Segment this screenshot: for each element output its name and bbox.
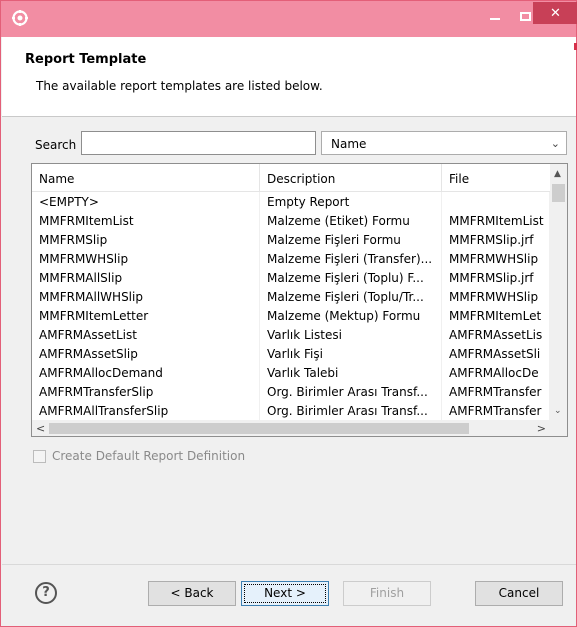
table-row[interactable]: MMFRMAllWHSlip Malzeme Fişleri (Toplu/Tr… (32, 287, 550, 308)
table-row[interactable]: MMFRMItemList Malzeme (Etiket) Formu MMF… (32, 211, 550, 232)
column-header-description[interactable]: Description (260, 164, 442, 192)
table-row[interactable]: AMFRMAllocDemand Varlık Talebi AMFRMAllo… (32, 363, 550, 384)
cell-file: AMFRMTransfer (442, 401, 550, 422)
footer-divider (2, 564, 576, 565)
finish-button[interactable]: Finish (343, 581, 431, 606)
cell-description: Malzeme (Etiket) Formu (260, 211, 442, 232)
cell-name: MMFRMSlip (32, 230, 260, 251)
scroll-down-icon[interactable]: ⌄ (554, 406, 562, 416)
cell-name: AMFRMAllocDemand (32, 363, 260, 384)
cell-file: MMFRMItemLet (442, 306, 550, 327)
cell-file: AMFRMTransfer (442, 382, 550, 403)
cell-description: Malzeme Fişleri (Transfer)... (260, 249, 442, 270)
chevron-down-icon: ⌄ (550, 137, 560, 150)
search-label: Search (35, 138, 77, 152)
cell-description: Varlık Listesi (260, 325, 442, 346)
page-description: The available report templates are liste… (36, 79, 323, 93)
search-input[interactable] (81, 131, 316, 155)
table-row[interactable]: AMFRMAllTransferSlip Org. Birimler Arası… (32, 401, 550, 422)
table-row[interactable]: MMFRMAllSlip Malzeme Fişleri (Toplu) F..… (32, 268, 550, 289)
column-header-name[interactable]: Name (32, 164, 260, 192)
cell-name: MMFRMItemLetter (32, 306, 260, 327)
cell-name: AMFRMAllTransferSlip (32, 401, 260, 422)
cancel-button[interactable]: Cancel (475, 581, 563, 606)
cell-name: MMFRMAllWHSlip (32, 287, 260, 308)
table-row[interactable]: MMFRMWHSlip Malzeme Fişleri (Transfer)..… (32, 249, 550, 270)
cell-description: Malzeme Fişleri Formu (260, 230, 442, 251)
cell-description: Malzeme (Mektup) Formu (260, 306, 442, 327)
table-row[interactable]: AMFRMTransferSlip Org. Birimler Arası Tr… (32, 382, 550, 403)
cell-file: AMFRMAssetLis (442, 325, 550, 346)
cell-name: MMFRMItemList (32, 211, 260, 232)
dialog-window: ✕ Report Template The available report t… (0, 0, 577, 627)
table-row[interactable]: <EMPTY> Empty Report (32, 192, 550, 213)
cell-name: AMFRMAssetList (32, 325, 260, 346)
help-button[interactable]: ? (35, 582, 57, 604)
cell-name: MMFRMAllSlip (32, 268, 260, 289)
create-default-checkbox[interactable] (33, 449, 46, 463)
column-header-file[interactable]: File (442, 164, 550, 192)
wizard-header: Report Template The available report tem… (2, 37, 577, 117)
cell-name: AMFRMTransferSlip (32, 382, 260, 403)
focus-ring (244, 584, 326, 603)
table-row[interactable]: AMFRMAssetSlip Varlık Fişi AMFRMAssetSli (32, 344, 550, 365)
cell-file: AMFRMAssetSli (442, 344, 550, 365)
cell-file: MMFRMSlip.jrf (442, 268, 550, 289)
cell-file (442, 192, 550, 213)
vertical-scrollbar[interactable]: ▲ ⌄ (550, 164, 567, 420)
create-default-definition-option[interactable]: Create Default Report Definition (33, 449, 245, 463)
cell-file: AMFRMAllocDe (442, 363, 550, 384)
back-button[interactable]: < Back (148, 581, 236, 606)
table-row[interactable]: MMFRMItemLetter Malzeme (Mektup) Formu M… (32, 306, 550, 327)
cell-description: Malzeme Fişleri (Toplu/Tr... (260, 287, 442, 308)
cell-description: Malzeme Fişleri (Toplu) F... (260, 268, 442, 289)
cell-description: Varlık Fişi (260, 344, 442, 365)
minimize-button[interactable] (478, 1, 512, 31)
cell-name: MMFRMWHSlip (32, 249, 260, 270)
templates-table: Name Description File <EMPTY> Empty Repo… (31, 163, 568, 437)
next-button[interactable]: Next > (241, 581, 329, 606)
vertical-scroll-thumb[interactable] (552, 184, 565, 202)
table-row[interactable]: MMFRMSlip Malzeme Fişleri Formu MMFRMSli… (32, 230, 550, 251)
cell-file: MMFRMSlip.jrf (442, 230, 550, 251)
cell-description: Varlık Talebi (260, 363, 442, 384)
gear-icon (12, 10, 28, 26)
cell-description: Empty Report (260, 192, 442, 213)
cell-name: AMFRMAssetSlip (32, 344, 260, 365)
horizontal-scrollbar[interactable]: < > (32, 420, 550, 436)
scrollbar-corner (550, 420, 567, 436)
scroll-left-icon[interactable]: < (36, 422, 45, 435)
minimize-icon (490, 18, 500, 20)
table-header: Name Description File (32, 164, 550, 192)
maximize-icon (519, 11, 531, 21)
close-button[interactable]: ✕ (533, 2, 577, 24)
help-icon: ? (42, 585, 50, 600)
title-bar[interactable]: ✕ (1, 1, 577, 37)
search-field-select[interactable]: Name ⌄ (321, 131, 567, 155)
scroll-up-icon[interactable]: ▲ (554, 169, 561, 179)
cell-file: MMFRMItemList (442, 211, 550, 232)
table-row[interactable]: AMFRMAssetList Varlık Listesi AMFRMAsset… (32, 325, 550, 346)
cell-file: MMFRMWHSlip (442, 249, 550, 270)
close-icon: ✕ (550, 5, 561, 21)
cell-description: Org. Birimler Arası Transf... (260, 401, 442, 422)
create-default-label: Create Default Report Definition (52, 449, 246, 463)
search-field-value: Name (331, 137, 367, 151)
cell-file: MMFRMWHSlip (442, 287, 550, 308)
page-title: Report Template (25, 52, 147, 67)
horizontal-scroll-thumb[interactable] (49, 423, 469, 434)
cell-name: <EMPTY> (32, 192, 260, 213)
scroll-right-icon[interactable]: > (537, 422, 546, 435)
cell-description: Org. Birimler Arası Transf... (260, 382, 442, 403)
table-body: <EMPTY> Empty Report MMFRMItemList Malze… (32, 192, 550, 422)
